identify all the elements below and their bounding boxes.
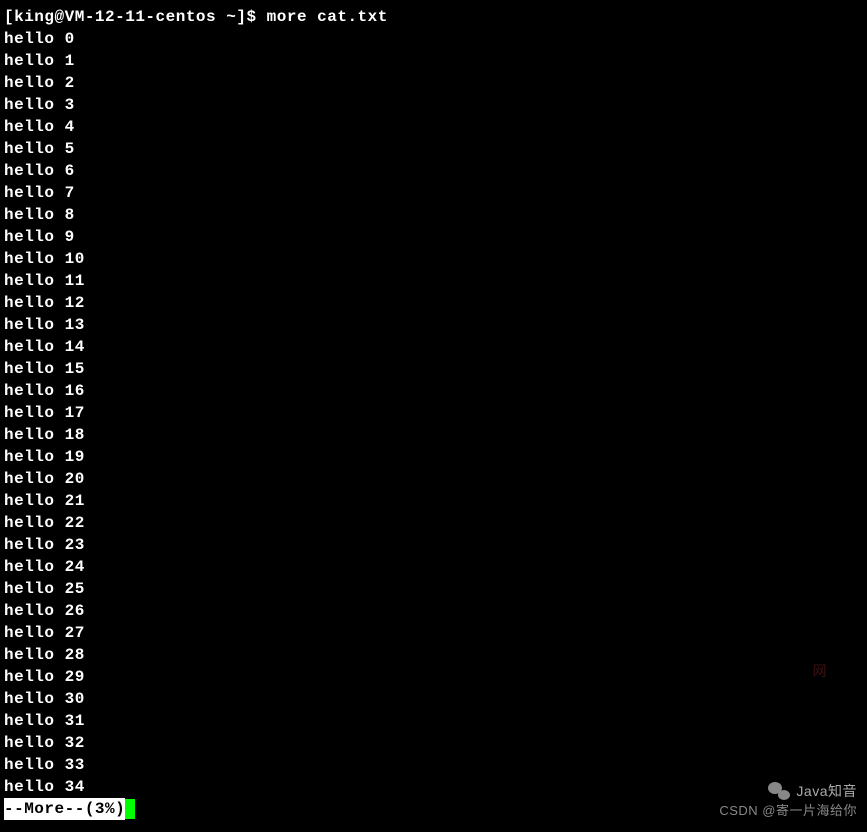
output-line: hello 33 — [4, 754, 863, 776]
output-line: hello 21 — [4, 490, 863, 512]
output-line: hello 4 — [4, 116, 863, 138]
output-line: hello 34 — [4, 776, 863, 798]
output-line: hello 24 — [4, 556, 863, 578]
output-line: hello 18 — [4, 424, 863, 446]
output-line: hello 8 — [4, 204, 863, 226]
output-line: hello 27 — [4, 622, 863, 644]
output-line: hello 0 — [4, 28, 863, 50]
output-line: hello 31 — [4, 710, 863, 732]
output-line: hello 17 — [4, 402, 863, 424]
output-line: hello 10 — [4, 248, 863, 270]
output-line: hello 23 — [4, 534, 863, 556]
more-percent-label: --More--(3%) — [4, 798, 125, 820]
output-line: hello 9 — [4, 226, 863, 248]
terminal-cursor — [125, 799, 135, 819]
terminal-window[interactable]: [king@VM-12-11-centos ~]$ more cat.txt h… — [0, 0, 867, 826]
output-line: hello 5 — [4, 138, 863, 160]
output-line: hello 22 — [4, 512, 863, 534]
output-line: hello 12 — [4, 292, 863, 314]
output-line: hello 32 — [4, 732, 863, 754]
output-line: hello 7 — [4, 182, 863, 204]
watermark-java: Java知音 — [768, 780, 857, 802]
output-line: hello 13 — [4, 314, 863, 336]
output-line: hello 2 — [4, 72, 863, 94]
output-line: hello 6 — [4, 160, 863, 182]
output-line: hello 25 — [4, 578, 863, 600]
output-line: hello 11 — [4, 270, 863, 292]
output-line: hello 28 — [4, 644, 863, 666]
watermark-red: 网 — [813, 660, 828, 682]
output-line: hello 14 — [4, 336, 863, 358]
output-line: hello 3 — [4, 94, 863, 116]
output-line: hello 20 — [4, 468, 863, 490]
output-line: hello 30 — [4, 688, 863, 710]
output-line: hello 1 — [4, 50, 863, 72]
output-line: hello 15 — [4, 358, 863, 380]
wechat-icon — [768, 782, 790, 800]
output-line: hello 29 — [4, 666, 863, 688]
more-pager-status[interactable]: --More--(3%) — [4, 798, 135, 820]
output-line: hello 16 — [4, 380, 863, 402]
output-line: hello 19 — [4, 446, 863, 468]
watermark-csdn: CSDN @寄一片海给你 — [719, 800, 857, 822]
output-line: hello 26 — [4, 600, 863, 622]
watermark-java-text: Java知音 — [796, 780, 857, 802]
output-container: hello 0hello 1hello 2hello 3hello 4hello… — [4, 28, 863, 798]
command-prompt: [king@VM-12-11-centos ~]$ more cat.txt — [4, 6, 863, 28]
